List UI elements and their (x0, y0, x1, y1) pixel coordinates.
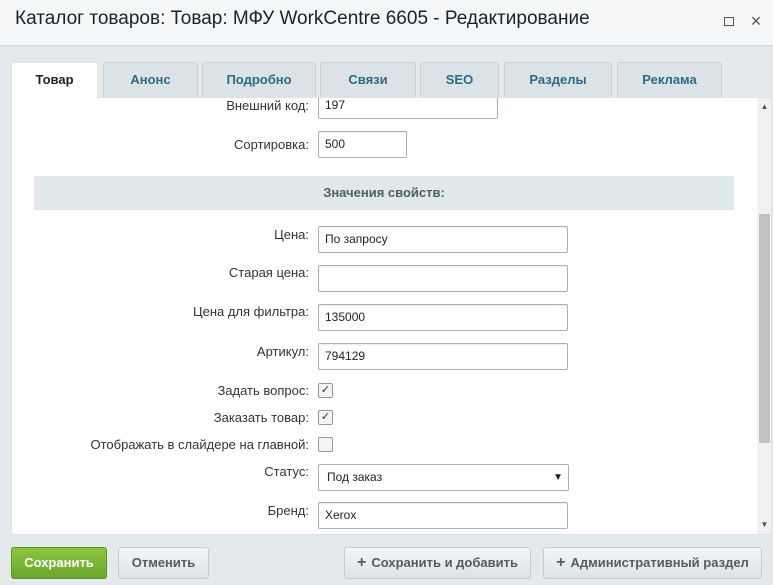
price-label: Цена: (274, 227, 309, 242)
status-label: Статус: (264, 464, 309, 479)
status-select[interactable]: Под заказ ▼ (318, 464, 569, 491)
scroll-thumb[interactable] (759, 214, 770, 443)
filter-price-input[interactable]: 135000 (318, 304, 568, 331)
ask-question-checkbox[interactable]: ✓ (318, 383, 333, 398)
cancel-button[interactable]: Отменить (118, 547, 209, 579)
close-icon[interactable]: × (748, 12, 764, 30)
tab-links[interactable]: Связи (320, 62, 416, 97)
properties-section-header: Значения свойств: (34, 176, 734, 210)
tab-product[interactable]: Товар (11, 62, 98, 99)
article-input[interactable]: 794129 (318, 343, 568, 370)
order-item-label: Заказать товар: (213, 410, 309, 425)
old-price-label: Старая цена: (228, 265, 309, 280)
tab-content-panel: Внешний код: 197 Сортировка: 500 Значени… (11, 97, 772, 535)
external-code-label: Внешний код: (226, 98, 309, 113)
plus-icon: + (556, 554, 566, 571)
admin-section-label: Административный раздел (570, 555, 749, 570)
status-select-value: Под заказ (327, 470, 383, 484)
save-and-add-label: Сохранить и добавить (371, 555, 518, 570)
maximize-icon[interactable] (721, 13, 737, 29)
tab-seo[interactable]: SEO (420, 62, 499, 97)
tab-advertising[interactable]: Реклама (617, 62, 722, 97)
show-in-slider-label: Отображать в слайдере на главной: (90, 437, 310, 452)
brand-input[interactable]: Xerox (318, 502, 568, 529)
plus-icon: + (357, 554, 367, 571)
ask-question-label: Задать вопрос: (217, 383, 309, 398)
sort-label: Сортировка: (234, 137, 309, 152)
sort-input[interactable]: 500 (318, 131, 407, 158)
article-label: Артикул: (256, 344, 309, 359)
filter-price-label: Цена для фильтра: (192, 304, 309, 319)
save-and-add-button[interactable]: + Сохранить и добавить (344, 547, 531, 579)
window-titlebar: Каталог товаров: Товар: МФУ WorkCentre 6… (0, 0, 773, 46)
external-code-input[interactable]: 197 (318, 98, 498, 119)
brand-label: Бренд: (267, 503, 309, 518)
save-button[interactable]: Сохранить (11, 547, 107, 579)
order-item-checkbox[interactable]: ✓ (318, 410, 333, 425)
scroll-down-icon[interactable]: ▼ (757, 518, 771, 532)
price-input[interactable]: По запросу (318, 226, 568, 253)
show-in-slider-checkbox[interactable] (318, 437, 333, 452)
admin-section-button[interactable]: + Административный раздел (543, 547, 762, 579)
window-title: Каталог товаров: Товар: МФУ WorkCentre 6… (15, 8, 590, 29)
tab-sections[interactable]: Разделы (504, 62, 612, 97)
old-price-input[interactable] (318, 265, 568, 292)
scroll-up-icon[interactable]: ▲ (757, 100, 771, 114)
vertical-scrollbar[interactable]: ▲ ▼ (757, 98, 771, 534)
tab-announce[interactable]: Анонс (103, 62, 198, 97)
tab-details[interactable]: Подробно (202, 62, 316, 97)
chevron-down-icon: ▼ (553, 472, 563, 483)
